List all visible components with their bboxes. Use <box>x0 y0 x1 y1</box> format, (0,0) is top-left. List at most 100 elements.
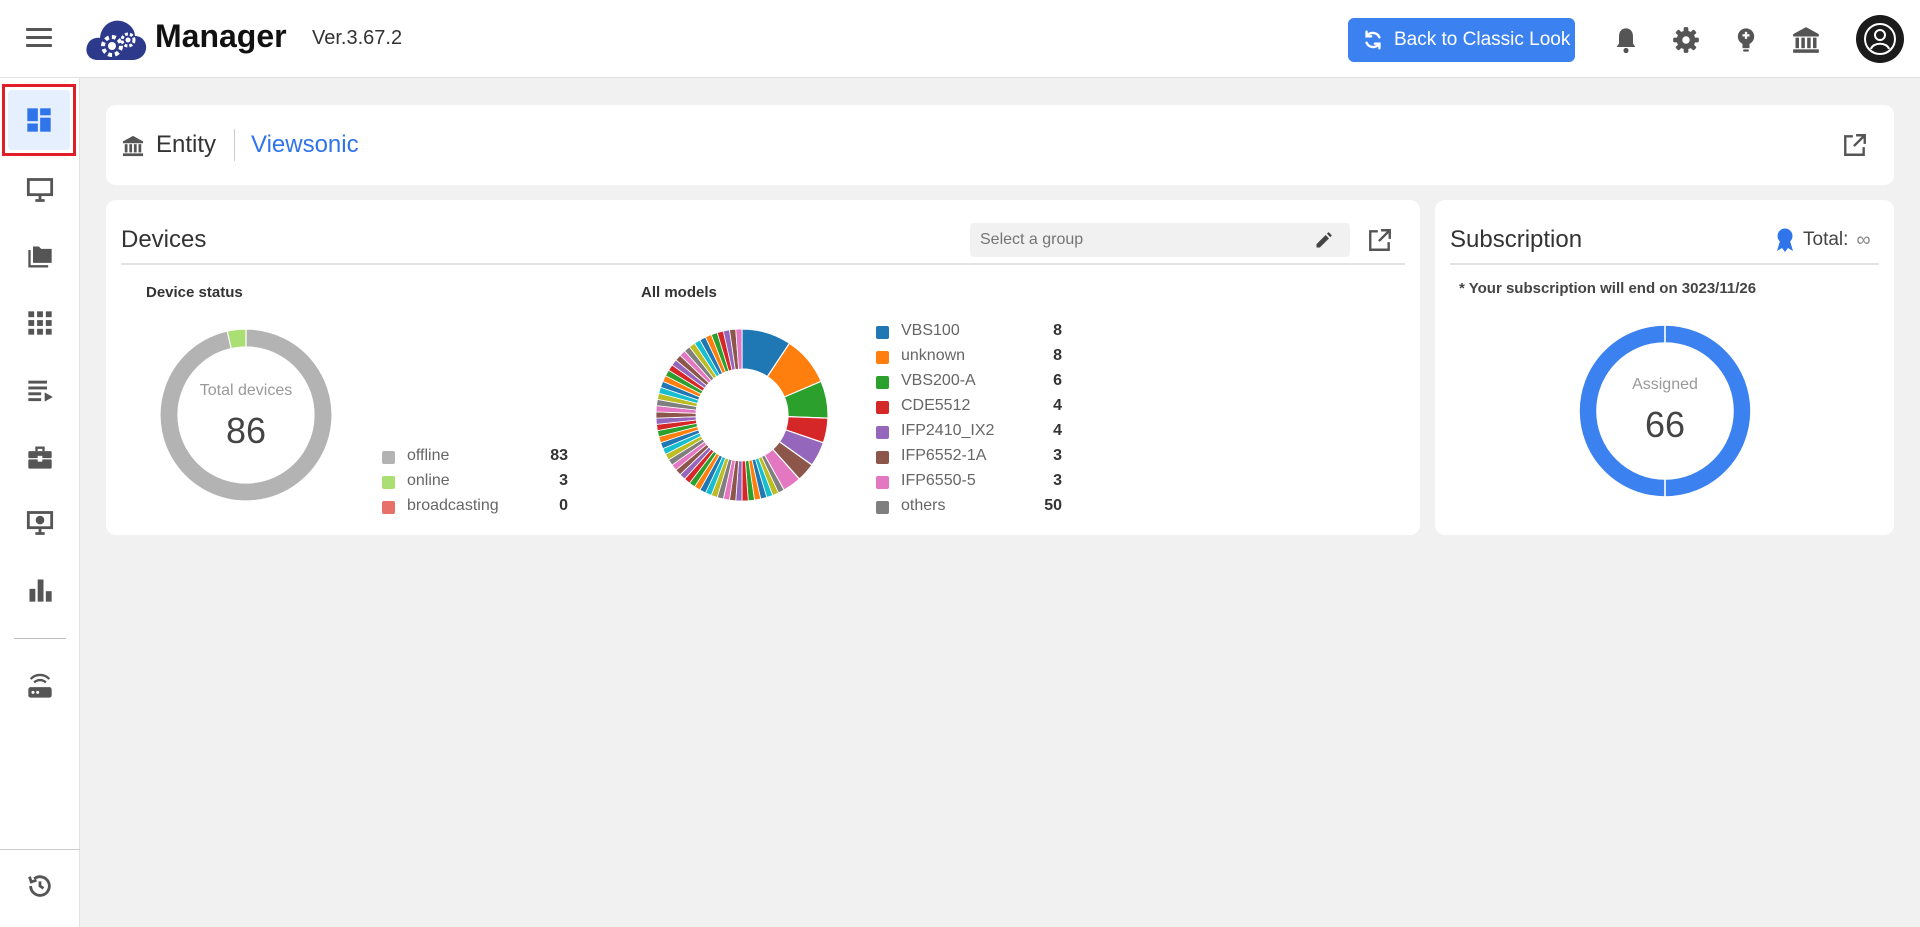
legend-label: IFP6552-1A <box>901 447 987 464</box>
playlist-icon <box>28 380 53 402</box>
back-to-classic-button[interactable]: Back to Classic Look <box>1348 18 1575 62</box>
device-status-center: Total devices 86 <box>186 382 306 452</box>
open-external-icon[interactable] <box>1367 227 1393 253</box>
toolbox-icon <box>28 446 52 469</box>
sidebar-item-screen-settings[interactable] <box>8 491 72 555</box>
institution-icon[interactable] <box>1792 26 1820 54</box>
legend-label: offline <box>407 447 450 464</box>
legend-item-vbs200-a[interactable]: VBS200-A 6 <box>876 372 1062 397</box>
entity-label: Entity <box>156 131 217 158</box>
legend-value: 3 <box>1053 447 1062 464</box>
sidebar-divider <box>14 638 66 639</box>
legend-item-offline[interactable]: offline 83 <box>382 447 568 472</box>
legend-item-ifp2410-ix2[interactable]: IFP2410_IX2 4 <box>876 422 1062 447</box>
legend-label: online <box>407 472 450 489</box>
legend-item-online[interactable]: online 3 <box>382 472 568 497</box>
legend-value: 3 <box>1053 472 1062 489</box>
sidebar-item-apps[interactable] <box>8 291 72 355</box>
back-to-classic-label: Back to Classic Look <box>1394 29 1571 50</box>
subscription-center: Assigned 66 <box>1605 376 1725 446</box>
lightbulb-icon[interactable] <box>1732 26 1760 54</box>
devices-title: Devices <box>121 226 207 253</box>
top-bar: Manager Ver.3.67.2 Back to Classic Look <box>0 0 1920 78</box>
legend-label: broadcasting <box>407 497 499 514</box>
group-select[interactable] <box>970 223 1350 257</box>
pencil-icon[interactable] <box>1314 230 1334 250</box>
legend-item-broadcasting[interactable]: broadcasting 0 <box>382 497 568 522</box>
legend-label: CDE5512 <box>901 397 971 414</box>
legend-item-vbs100[interactable]: VBS100 8 <box>876 322 1062 347</box>
legend-label: others <box>901 497 946 514</box>
legend-value: 8 <box>1053 347 1062 364</box>
subscription-title-rule <box>1450 263 1879 265</box>
legend-swatch <box>876 376 889 389</box>
device-status-legend: offline 83 online 3 broadcasting 0 <box>382 447 568 522</box>
legend-label: VBS200-A <box>901 372 976 389</box>
legend-value: 4 <box>1053 422 1062 439</box>
legend-swatch <box>382 476 395 489</box>
legend-swatch <box>382 451 395 464</box>
legend-value: 50 <box>1044 497 1062 514</box>
sidebar-item-reports[interactable] <box>8 558 72 622</box>
legend-value: 6 <box>1053 372 1062 389</box>
assigned-value: 66 <box>1644 404 1686 445</box>
entity-value-link[interactable]: Viewsonic <box>251 131 359 159</box>
sidebar-item-devices[interactable] <box>8 158 72 222</box>
legend-swatch <box>876 351 889 364</box>
legend-swatch <box>876 401 889 414</box>
ribbon-award-icon <box>1777 228 1793 252</box>
legend-item-others[interactable]: others 50 <box>876 497 1062 522</box>
assigned-label: Assigned <box>1632 376 1698 393</box>
sidebar-bottom-divider <box>0 849 80 850</box>
folder-icon <box>28 246 52 268</box>
status-slice-online[interactable] <box>226 328 247 350</box>
legend-swatch <box>382 501 395 514</box>
legend-item-unknown[interactable]: unknown 8 <box>876 347 1062 372</box>
legend-label: IFP6550-5 <box>901 472 976 489</box>
total-devices-value: 86 <box>225 410 267 451</box>
subscription-end-date: 3023/11/26 <box>1681 280 1757 297</box>
gear-icon[interactable] <box>1672 26 1700 54</box>
total-value: ∞ <box>1856 228 1871 251</box>
user-avatar[interactable] <box>1856 15 1904 63</box>
subscription-card: Subscription Total: ∞ * Your subscriptio… <box>1435 200 1894 535</box>
group-select-input[interactable] <box>970 223 1290 257</box>
history-icon <box>28 875 51 897</box>
legend-swatch <box>876 426 889 439</box>
total-label: Total: <box>1803 229 1849 250</box>
legend-value: 3 <box>559 472 568 489</box>
legend-value: 4 <box>1053 397 1062 414</box>
legend-label: IFP2410_IX2 <box>901 422 995 439</box>
sidebar-item-playlists[interactable] <box>8 358 72 422</box>
total-devices-label: Total devices <box>199 382 293 399</box>
legend-swatch <box>876 476 889 489</box>
entity-card: Entity Viewsonic <box>106 105 1894 185</box>
legend-value: 8 <box>1053 322 1062 339</box>
app-name: Manager <box>155 18 287 54</box>
legend-item-cde5512[interactable]: CDE5512 4 <box>876 397 1062 422</box>
legend-item-ifp6550-5[interactable]: IFP6550-5 3 <box>876 472 1062 497</box>
screen-settings-icon <box>26 511 54 535</box>
sidebar-item-history[interactable] <box>8 854 72 918</box>
legend-item-ifp6552-1a[interactable]: IFP6552-1A 3 <box>876 447 1062 472</box>
entity-separator <box>234 129 235 161</box>
monitor-icon <box>26 178 54 202</box>
legend-value: 0 <box>559 497 568 514</box>
devices-card: Devices Device status Total devices 86 o… <box>106 200 1420 535</box>
router-icon <box>28 673 52 698</box>
all-models-legend: VBS100 8 unknown 8 VBS200-A 6 CDE5512 4 IFP2410_… <box>876 322 1062 522</box>
device-status-title: Device status <box>146 284 243 301</box>
open-external-icon[interactable] <box>1842 132 1868 158</box>
all-models-title: All models <box>641 284 717 301</box>
devices-title-rule <box>121 263 1405 265</box>
bell-icon[interactable] <box>1612 26 1640 54</box>
sidebar-item-dashboard[interactable] <box>2 84 76 156</box>
apps-grid-icon <box>28 311 52 335</box>
sidebar-item-network[interactable] <box>8 654 72 718</box>
sidebar-item-toolbox[interactable] <box>8 425 72 489</box>
user-icon <box>1864 23 1896 55</box>
menu-icon[interactable] <box>26 28 52 50</box>
subscription-note-prefix: * Your subscription will end on <box>1459 280 1682 297</box>
dashboard-icon <box>27 108 51 132</box>
sidebar-item-files[interactable] <box>8 225 72 289</box>
